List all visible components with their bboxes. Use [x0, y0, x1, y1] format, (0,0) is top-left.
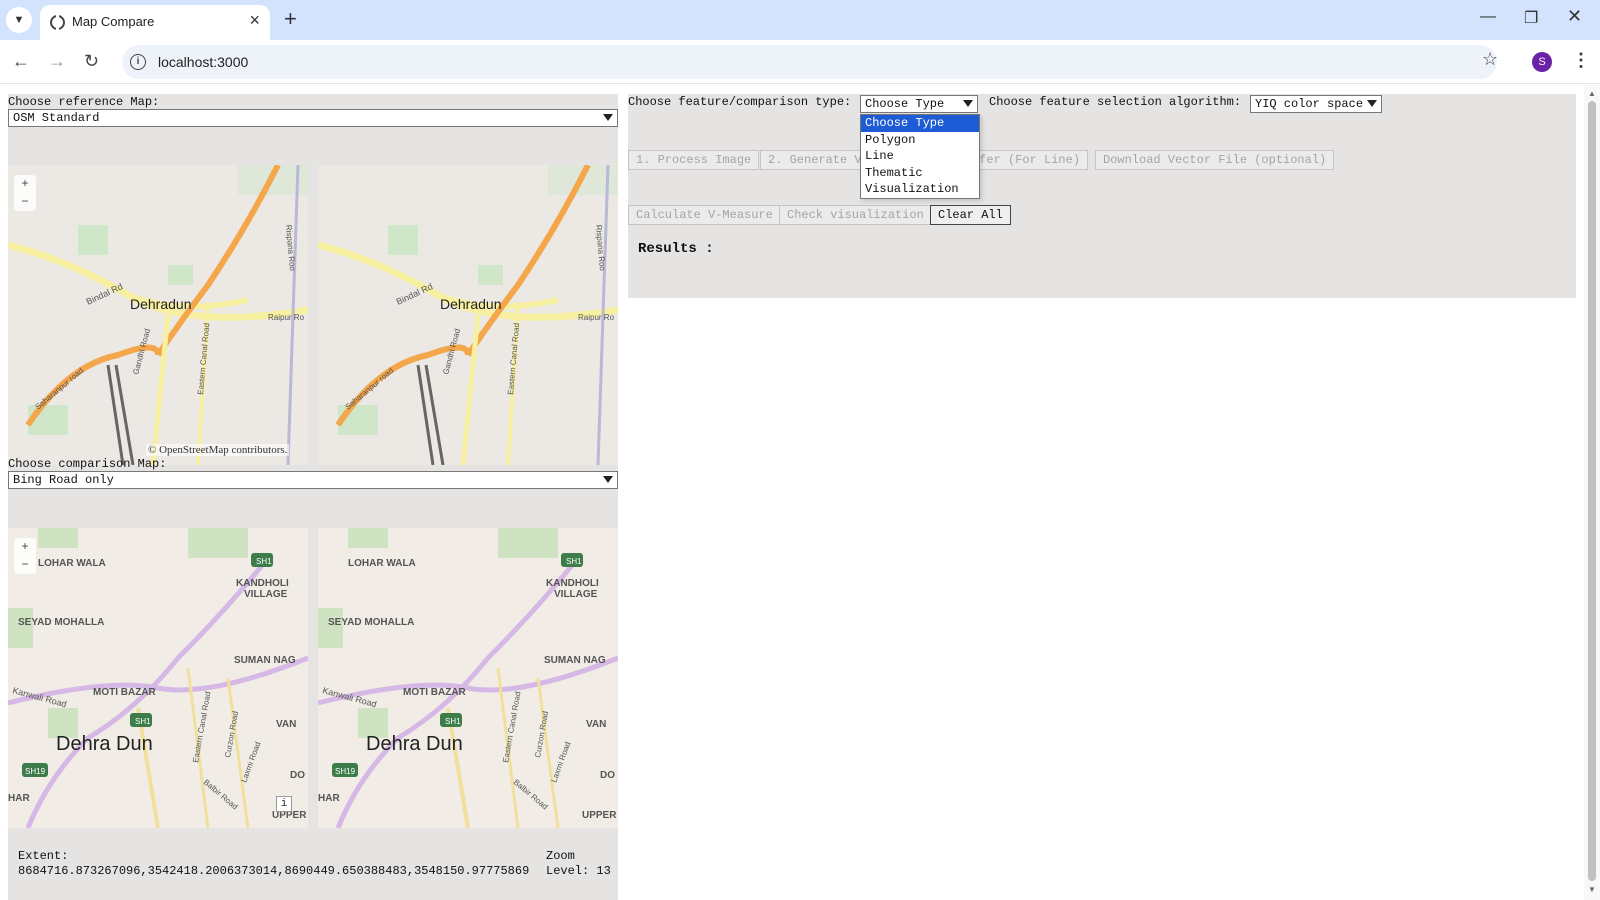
process-image-button[interactable]: 1. Process Image [628, 150, 760, 170]
info-button[interactable]: i [276, 796, 292, 812]
comparison-map-value: Bing Road only [13, 473, 114, 487]
algorithm-value: YIQ color space [1255, 97, 1364, 111]
svg-text:KANDHOLI: KANDHOLI [546, 578, 599, 589]
option-polygon[interactable]: Polygon [861, 132, 979, 149]
svg-text:SH1: SH1 [445, 717, 461, 726]
tab-title: Map Compare [72, 14, 155, 29]
svg-text:VILLAGE: VILLAGE [554, 589, 598, 600]
option-line[interactable]: Line [861, 148, 979, 165]
algorithm-select[interactable]: YIQ color space [1250, 95, 1382, 113]
comparison-type-select[interactable]: Choose Type [860, 95, 978, 113]
page-scrollbar[interactable]: ▲ ▼ [1584, 85, 1600, 900]
chevron-down-icon [963, 100, 973, 107]
map-attribution: © OpenStreetMap contributors. [146, 444, 290, 456]
forward-button[interactable]: → [48, 50, 66, 72]
svg-text:MOTI BAZAR: MOTI BAZAR [403, 687, 467, 698]
reference-map-value: OSM Standard [13, 111, 100, 125]
url-text: localhost:3000 [158, 54, 249, 70]
generate-vector-button[interactable]: 2. Generate Ve [760, 150, 872, 170]
svg-text:SH19: SH19 [335, 767, 356, 776]
svg-text:Raipur Ro: Raipur Ro [268, 313, 305, 322]
download-vector-button[interactable]: Download Vector File (optional) [1095, 150, 1335, 170]
svg-text:DO: DO [600, 770, 615, 781]
svg-text:SH1: SH1 [566, 557, 582, 566]
calculate-v-measure-button[interactable]: Calculate V-Measure [628, 205, 781, 225]
address-bar[interactable]: i localhost:3000 [122, 45, 1497, 79]
option-visualization[interactable]: Visualization [861, 181, 979, 198]
svg-text:HAR: HAR [8, 793, 30, 804]
results-label: Results : [638, 241, 714, 257]
osm-map-comparison-view[interactable]: Dehradun Bindal Rd Gandhi Road Eastern C… [318, 165, 618, 465]
bing-map-zoom-control[interactable]: + − [14, 538, 36, 574]
svg-text:SEYAD MOHALLA: SEYAD MOHALLA [328, 617, 414, 628]
left-map-panel: Choose reference Map: OSM Standard Dehra… [8, 94, 618, 900]
algorithm-label: Choose feature selection algorithm: [989, 95, 1242, 109]
close-window-button[interactable]: ✕ [1567, 6, 1582, 27]
back-button[interactable]: ← [12, 50, 30, 72]
svg-text:Dehra Dun: Dehra Dun [56, 733, 153, 755]
svg-text:VAN: VAN [586, 719, 606, 730]
new-tab-button[interactable]: + [284, 7, 297, 31]
globe-icon [50, 15, 65, 30]
restore-button[interactable]: ❐ [1524, 8, 1538, 28]
svg-text:DO: DO [290, 770, 305, 781]
svg-text:SH1: SH1 [135, 717, 151, 726]
zoom-level-value: Level: 13 [546, 864, 611, 878]
comparison-type-label: Choose feature/comparison type: [628, 95, 852, 109]
svg-text:SEYAD MOHALLA: SEYAD MOHALLA [18, 617, 104, 628]
svg-text:LOHAR WALA: LOHAR WALA [348, 558, 416, 569]
reference-map-label: Choose reference Map: [8, 95, 160, 109]
svg-text:Dehra Dun: Dehra Dun [366, 733, 463, 755]
svg-text:HAR: HAR [318, 793, 340, 804]
extent-label: Extent: [18, 849, 69, 863]
bookmark-star-icon[interactable]: ☆ [1482, 49, 1498, 70]
svg-text:SUMAN NAG: SUMAN NAG [544, 655, 606, 666]
info-icon[interactable]: i [130, 54, 146, 70]
browser-toolbar: ← → ↻ i localhost:3000 ☆ S ⋮ [0, 40, 1600, 84]
extent-value: 8684716.873267096,3542418.2006373014,869… [18, 864, 530, 878]
scroll-down-icon[interactable]: ▼ [1588, 885, 1596, 894]
tab-search-button[interactable]: ▼ [6, 7, 32, 33]
map-zoom-control[interactable]: + − [14, 175, 36, 211]
osm-map-reference[interactable]: Dehradun Bindal Rd Gandhi Road Eastern C… [8, 165, 308, 465]
bing-map-reference-view[interactable]: LOHAR WALA KANDHOLI VILLAGE SEYAD MOHALL… [8, 528, 308, 828]
option-choose-type[interactable]: Choose Type [861, 115, 979, 132]
svg-text:KANDHOLI: KANDHOLI [236, 578, 289, 589]
option-thematic[interactable]: Thematic [861, 165, 979, 182]
chevron-down-icon [1367, 100, 1377, 107]
bing-map-comparison[interactable]: LOHAR WALA KANDHOLI VILLAGE SEYAD MOHALL… [318, 528, 618, 828]
svg-text:UPPER: UPPER [582, 810, 617, 821]
map-city-label: Dehradun [130, 296, 192, 312]
comparison-type-value: Choose Type [865, 97, 945, 111]
tab-close-button[interactable]: × [249, 11, 260, 29]
svg-text:LOHAR WALA: LOHAR WALA [38, 558, 106, 569]
reload-button[interactable]: ↻ [84, 50, 99, 72]
comparison-type-dropdown-list: Choose Type Polygon Line Thematic Visual… [860, 114, 980, 199]
svg-text:SUMAN NAG: SUMAN NAG [234, 655, 296, 666]
browser-tab-bar: ▼ Map Compare × + — ❐ ✕ [0, 0, 1600, 40]
scroll-up-icon[interactable]: ▲ [1588, 89, 1596, 98]
svg-text:Raipur Ro: Raipur Ro [578, 313, 615, 322]
browser-tab[interactable]: Map Compare × [40, 5, 270, 40]
browser-menu-button[interactable]: ⋮ [1572, 50, 1590, 71]
reference-map-select[interactable]: OSM Standard [8, 109, 618, 127]
svg-text:SH1: SH1 [256, 557, 272, 566]
check-visualization-button[interactable]: Check visualization [779, 205, 932, 225]
chevron-down-icon [603, 476, 613, 483]
svg-text:VILLAGE: VILLAGE [244, 589, 288, 600]
comparison-map-label: Choose comparison Map: [8, 457, 167, 471]
clear-all-button[interactable]: Clear All [930, 205, 1011, 225]
chevron-down-icon [603, 114, 613, 121]
svg-text:VAN: VAN [276, 719, 296, 730]
comparison-controls-panel: Choose feature/comparison type: Choose T… [628, 94, 1576, 298]
svg-text:MOTI BAZAR: MOTI BAZAR [93, 687, 157, 698]
zoom-label: Zoom [546, 849, 575, 863]
scrollbar-thumb[interactable] [1588, 101, 1596, 881]
buffer-line-button[interactable]: ffer (For Line) [964, 150, 1089, 170]
profile-avatar[interactable]: S [1532, 52, 1552, 72]
minimize-button[interactable]: — [1480, 8, 1496, 26]
svg-text:Dehradun: Dehradun [440, 296, 502, 312]
comparison-map-select[interactable]: Bing Road only [8, 471, 618, 489]
svg-text:SH19: SH19 [25, 767, 46, 776]
